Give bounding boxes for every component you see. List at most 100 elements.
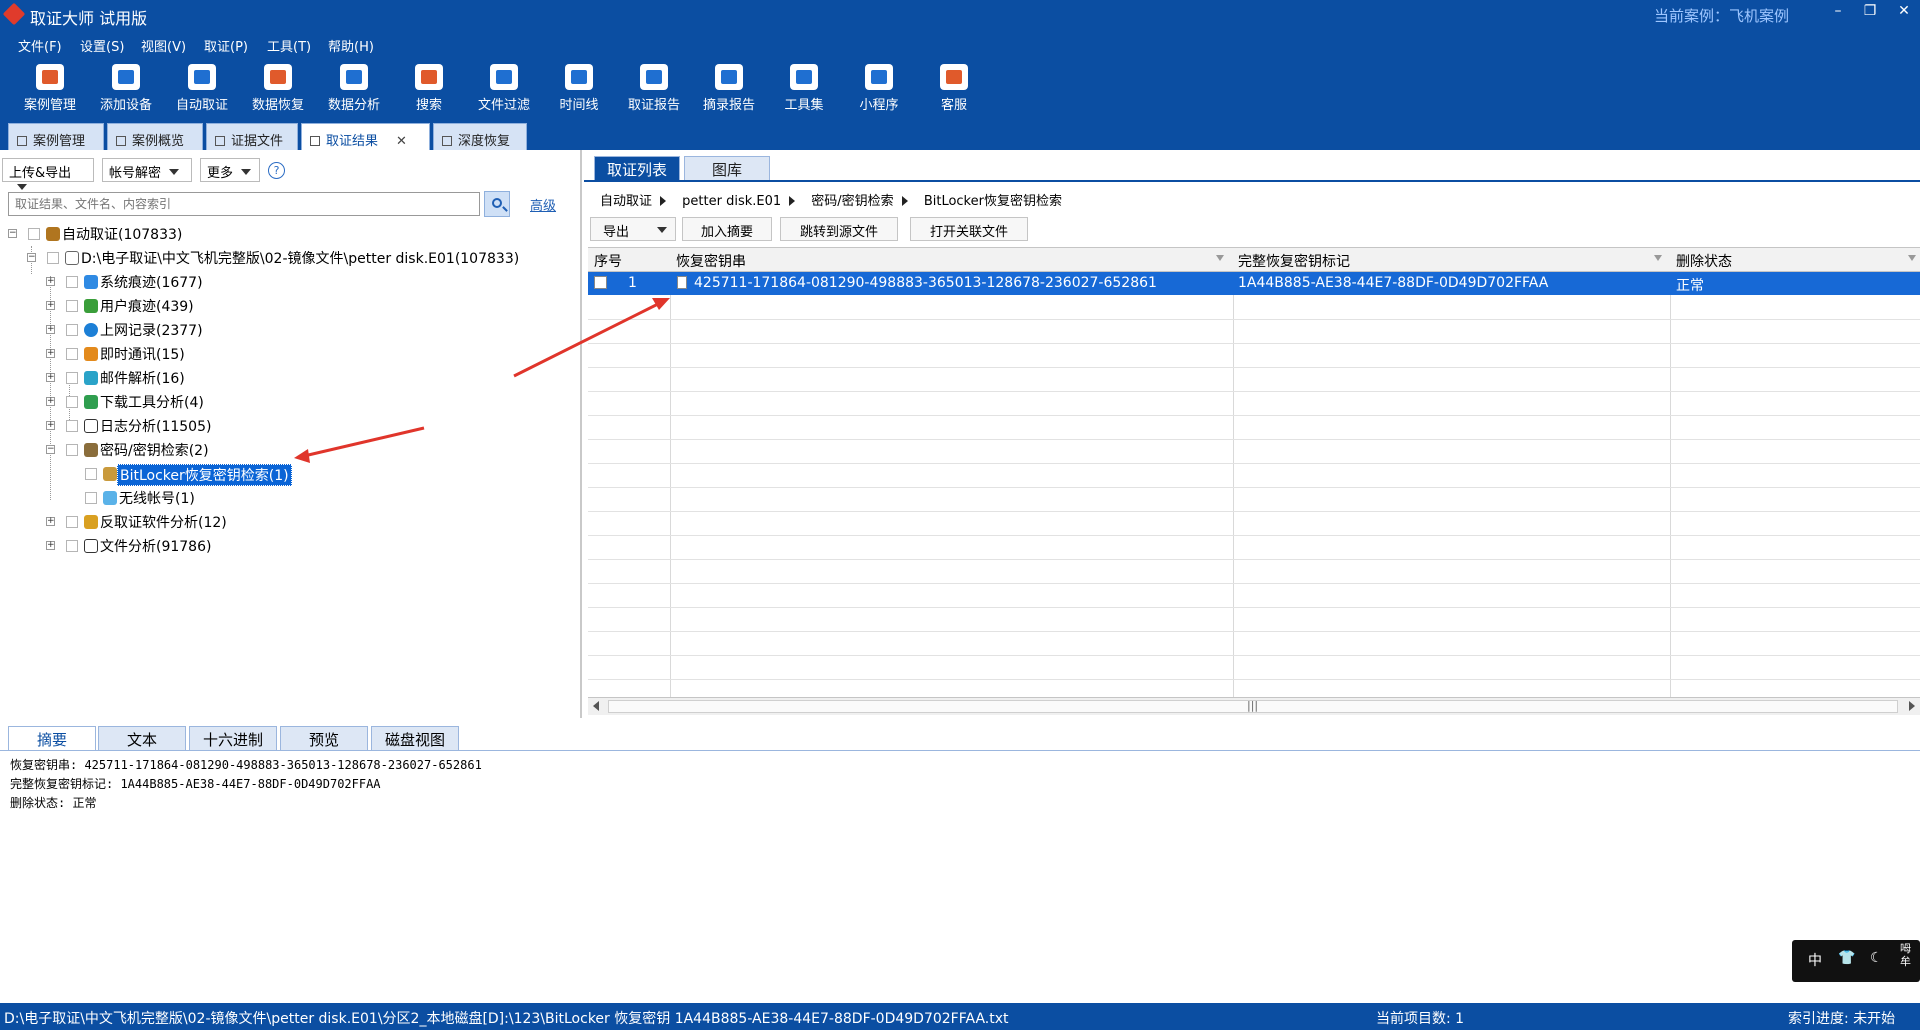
scroll-left-icon[interactable] — [593, 701, 599, 711]
tree-checkbox[interactable] — [85, 492, 97, 504]
scrollbar-thumb[interactable]: ||| — [608, 699, 1898, 713]
menu-help[interactable]: 帮助(H) — [328, 36, 374, 55]
tab-summary[interactable]: 摘要 — [8, 726, 96, 750]
tree-item-wireless-account[interactable]: 无线帐号(1) — [0, 488, 300, 510]
tree-checkbox[interactable] — [66, 324, 78, 336]
expand-icon[interactable]: + — [46, 517, 55, 526]
tree-checkbox[interactable] — [28, 228, 40, 240]
case-management-button[interactable]: 案例管理 — [15, 62, 85, 113]
menu-tools[interactable]: 工具(T) — [267, 36, 311, 55]
search-button[interactable]: 搜索 — [394, 62, 464, 113]
tree-checkbox[interactable] — [66, 540, 78, 552]
column-header-tag[interactable]: 完整恢复密钥标记 — [1238, 251, 1350, 271]
tree-checkbox[interactable] — [66, 372, 78, 384]
tree-item-instant-messaging[interactable]: + 即时通讯(15) — [0, 344, 300, 366]
toolset-button[interactable]: 工具集 — [769, 62, 839, 113]
tab-case-management[interactable]: 案例管理 — [8, 123, 104, 150]
tree-item-auto-forensics[interactable]: − 自动取证(107833) — [0, 224, 500, 246]
scroll-right-icon[interactable] — [1909, 701, 1915, 711]
customer-service-button[interactable]: 客服 — [919, 62, 989, 113]
menu-forensics[interactable]: 取证(P) — [204, 36, 248, 55]
tree-checkbox[interactable] — [66, 348, 78, 360]
ime-shirt-icon[interactable]: 👕 — [1838, 950, 1855, 966]
ime-language[interactable]: 中 — [1808, 950, 1822, 970]
menu-file[interactable]: 文件(F) — [18, 36, 62, 55]
forensics-report-button[interactable]: 取证报告 — [619, 62, 689, 113]
expand-icon[interactable]: + — [46, 397, 55, 406]
tree-item-system-traces[interactable]: + 系统痕迹(1677) — [0, 272, 300, 294]
row-checkbox[interactable] — [594, 276, 607, 289]
close-icon[interactable]: ✕ — [1894, 3, 1914, 19]
help-icon[interactable]: ? — [268, 162, 285, 179]
tree-item-file-analysis[interactable]: + 文件分析(91786) — [0, 536, 300, 558]
tree-checkbox[interactable] — [66, 396, 78, 408]
add-device-button[interactable]: 添加设备 — [91, 62, 161, 113]
expand-icon[interactable]: + — [46, 541, 55, 550]
expand-icon[interactable]: + — [46, 349, 55, 358]
account-decrypt-dropdown[interactable]: 帐号解密 — [102, 158, 192, 182]
more-dropdown[interactable]: 更多 — [200, 158, 260, 182]
search-input[interactable] — [8, 192, 480, 216]
tree-item-anti-forensics[interactable]: + 反取证软件分析(12) — [0, 512, 300, 534]
data-analysis-button[interactable]: 数据分析 — [319, 62, 389, 113]
data-recovery-button[interactable]: 数据恢复 — [243, 62, 313, 113]
tab-forensics-list[interactable]: 取证列表 — [594, 156, 680, 180]
tree-checkbox[interactable] — [66, 276, 78, 288]
tree-checkbox[interactable] — [47, 252, 59, 264]
tree-checkbox[interactable] — [85, 468, 97, 480]
upload-export-dropdown[interactable]: 上传&导出 — [2, 158, 94, 190]
collapse-icon[interactable]: − — [8, 229, 17, 238]
expand-icon[interactable]: + — [46, 421, 55, 430]
tree-checkbox[interactable] — [66, 516, 78, 528]
filter-icon[interactable] — [1908, 255, 1916, 261]
breadcrumb-item[interactable]: 密码/密钥检索 — [811, 194, 893, 209]
breadcrumb-item[interactable]: petter disk.E01 — [682, 194, 781, 209]
column-header-key[interactable]: 恢复密钥串 — [676, 251, 746, 271]
tab-gallery[interactable]: 图库 — [684, 156, 770, 180]
tab-preview[interactable]: 预览 — [280, 726, 368, 750]
expand-icon[interactable]: + — [46, 277, 55, 286]
tab-deep-recovery[interactable]: 深度恢复 — [433, 123, 527, 150]
excerpt-report-button[interactable]: 摘录报告 — [694, 62, 764, 113]
moon-icon[interactable]: ☾ — [1870, 950, 1883, 966]
tab-evidence-files[interactable]: 证据文件 — [206, 123, 298, 150]
breadcrumb-item[interactable]: BitLocker恢复密钥检索 — [924, 194, 1062, 209]
tab-disk-view[interactable]: 磁盘视图 — [371, 726, 459, 750]
tree-item-log-analysis[interactable]: + 日志分析(11505) — [0, 416, 300, 438]
table-row[interactable]: 1 425711-171864-081290-498883-365013-128… — [588, 272, 1920, 295]
restore-icon[interactable]: ❐ — [1860, 3, 1880, 19]
tab-text[interactable]: 文本 — [98, 726, 186, 750]
tree-item-image-file[interactable]: − D:\电子取证\中文飞机完整版\02-镜像文件\petter disk.E0… — [0, 248, 580, 270]
collapse-icon[interactable]: − — [46, 445, 55, 454]
collapse-icon[interactable]: − — [27, 253, 36, 262]
add-to-summary-button[interactable]: 加入摘要 — [682, 217, 772, 241]
tree-item-email-parsing[interactable]: + 邮件解析(16) — [0, 368, 300, 390]
timeline-button[interactable]: 时间线 — [544, 62, 614, 113]
tree-item-password-key[interactable]: − 密码/密钥检索(2) — [0, 440, 300, 462]
minimize-icon[interactable]: – — [1828, 3, 1848, 19]
expand-icon[interactable]: + — [46, 325, 55, 334]
menu-view[interactable]: 视图(V) — [141, 36, 186, 55]
filter-icon[interactable] — [1216, 255, 1224, 261]
horizontal-scrollbar[interactable]: ||| — [588, 697, 1920, 715]
advanced-search-link[interactable]: 高级 — [530, 195, 556, 214]
auto-forensics-button[interactable]: 自动取证 — [167, 62, 237, 113]
breadcrumb-item[interactable]: 自动取证 — [600, 194, 652, 209]
tree-item-bitlocker[interactable]: BitLocker恢复密钥检索(1) — [0, 464, 320, 486]
tree-item-user-traces[interactable]: + 用户痕迹(439) — [0, 296, 300, 318]
open-related-file-button[interactable]: 打开关联文件 — [910, 217, 1028, 241]
menu-settings[interactable]: 设置(S) — [80, 36, 124, 55]
column-header-index[interactable]: 序号 — [594, 251, 622, 271]
close-tab-icon[interactable]: ✕ — [396, 134, 407, 149]
filter-icon[interactable] — [1654, 255, 1662, 261]
tree-checkbox[interactable] — [66, 444, 78, 456]
tree-item-web-history[interactable]: + 上网记录(2377) — [0, 320, 300, 342]
tab-hex[interactable]: 十六进制 — [189, 726, 277, 750]
tree-item-download-tools[interactable]: + 下载工具分析(4) — [0, 392, 300, 414]
expand-icon[interactable]: + — [46, 301, 55, 310]
tab-case-overview[interactable]: 案例概览 — [107, 123, 203, 150]
export-dropdown[interactable]: 导出 — [590, 217, 676, 241]
column-header-status[interactable]: 删除状态 — [1676, 251, 1732, 271]
expand-icon[interactable]: + — [46, 373, 55, 382]
jump-to-source-button[interactable]: 跳转到源文件 — [780, 217, 898, 241]
